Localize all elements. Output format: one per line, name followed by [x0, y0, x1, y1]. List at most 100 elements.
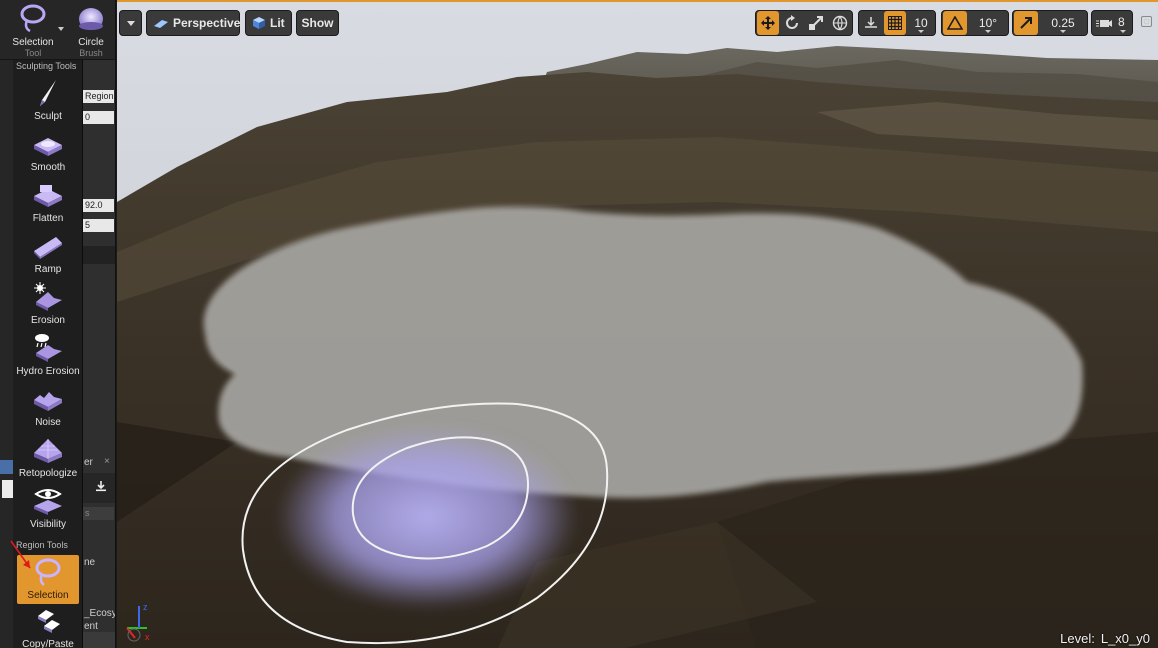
landscape-mode-panel: Selection Tool Circle Brush Region 0 92.…	[0, 0, 116, 648]
mode-sublabel: Tool	[24, 48, 42, 58]
tool-label: Sculpt	[34, 111, 62, 122]
value-field[interactable]: 5	[83, 219, 114, 232]
landscape-scene[interactable]: z x	[117, 2, 1158, 648]
world-local-toggle-button[interactable]	[829, 11, 851, 35]
perspective-label: Perspective	[173, 16, 241, 30]
tool-label: Selection	[27, 590, 69, 601]
tool-sculpt[interactable]: Sculpt	[13, 76, 83, 125]
tool-retopologize[interactable]: Retopologize	[13, 433, 83, 482]
translate-tool-button[interactable]	[757, 11, 779, 35]
sculpt-icon	[40, 80, 56, 106]
circle-brush-icon	[79, 8, 103, 30]
viewport-options-button[interactable]	[119, 10, 142, 36]
move-arrows-icon	[761, 16, 775, 30]
tool-label: Erosion	[31, 315, 65, 326]
grid-snap-label: 10	[914, 16, 928, 30]
tool-label: Noise	[35, 417, 61, 428]
value-field[interactable]: 0	[83, 111, 114, 124]
tool-copy-paste[interactable]: Copy/Paste	[13, 604, 83, 648]
transform-tools-group	[755, 10, 853, 36]
selection-tool-mode-button[interactable]: Selection Tool	[10, 2, 56, 58]
perspective-icon	[154, 19, 168, 28]
list-item[interactable]: _Ecosy	[84, 608, 115, 619]
tool-label: Retopologize	[18, 468, 78, 479]
list-item[interactable]: ent	[84, 621, 98, 632]
chevron-down-icon	[1120, 30, 1126, 33]
copy-paste-icon	[38, 610, 60, 633]
panel-tab-icon[interactable]	[0, 460, 13, 474]
sculpting-tools-header: Sculpting Tools	[16, 61, 77, 71]
svg-text:z: z	[143, 602, 148, 612]
rotate-tool-button[interactable]	[781, 11, 803, 35]
scale-snap-icon	[1020, 17, 1032, 29]
mode-label: Selection	[12, 37, 54, 48]
chevron-down-icon[interactable]	[58, 27, 64, 31]
rotation-snap-value[interactable]: 10°	[969, 11, 1007, 35]
surface-snap-button[interactable]	[860, 11, 882, 35]
tool-label: Visibility	[30, 519, 66, 530]
chevron-down-icon	[918, 30, 924, 33]
tool-label: Ramp	[34, 264, 62, 275]
list-item	[83, 632, 115, 648]
show-flags-button[interactable]: Show	[296, 10, 339, 36]
tool-label: Flatten	[32, 213, 64, 224]
divider	[83, 246, 115, 264]
tool-erosion[interactable]: Erosion	[13, 280, 83, 329]
tool-visibility[interactable]: Visibility	[13, 484, 83, 533]
show-label: Show	[301, 16, 334, 30]
grid-icon	[888, 16, 902, 30]
tool-label: Copy/Paste	[22, 639, 74, 648]
mode-sublabel: Brush	[79, 48, 103, 58]
noise-icon	[34, 392, 62, 411]
camera-speed-button[interactable]: 8	[1091, 10, 1133, 36]
smooth-icon	[34, 138, 62, 156]
scale-snap-value[interactable]: 0.25	[1040, 11, 1086, 35]
globe-icon	[832, 15, 848, 31]
svg-text:x: x	[145, 632, 150, 642]
scale-snap-group: 0.25	[1012, 10, 1088, 36]
tool-flatten[interactable]: Flatten	[13, 178, 83, 227]
panel-tab-icon[interactable]	[2, 480, 13, 498]
maximize-viewport-button[interactable]	[1141, 16, 1152, 27]
tab-label[interactable]: er	[84, 457, 93, 468]
list-item[interactable]: ne	[84, 557, 95, 568]
ramp-icon	[34, 237, 62, 259]
chevron-down-icon	[127, 21, 135, 26]
tool-smooth[interactable]: Smooth	[13, 127, 83, 176]
grid-snap-group: 10	[858, 10, 936, 36]
chevron-down-icon	[1060, 30, 1066, 33]
camera-icon	[1096, 20, 1112, 27]
rotation-snap-toggle[interactable]	[943, 11, 967, 35]
scale-tool-button[interactable]	[805, 11, 827, 35]
retopologize-icon	[34, 439, 62, 463]
erosion-icon	[34, 282, 62, 311]
current-level-label: Level: L_x0_y0	[1060, 631, 1150, 646]
mode-bar: Selection Tool Circle Brush	[0, 0, 115, 60]
region-field[interactable]: Region	[83, 90, 114, 103]
camera-speed-label: 8	[1118, 15, 1125, 29]
chevron-down-icon	[985, 30, 991, 33]
mode-label: Circle	[78, 37, 104, 48]
lit-label: Lit	[270, 16, 285, 30]
tool-ramp[interactable]: Ramp	[13, 229, 83, 278]
lasso-icon	[20, 4, 46, 33]
level-viewport[interactable]: z x Perspective Lit Show 10 10° 0.25 8 L…	[117, 0, 1158, 648]
rotation-snap-label: 10°	[978, 16, 998, 30]
import-icon[interactable]	[95, 480, 107, 492]
annotation-arrow-icon	[10, 540, 31, 569]
lit-view-mode-button[interactable]: Lit	[245, 10, 292, 36]
perspective-view-button[interactable]: Perspective	[146, 10, 240, 36]
grid-snap-toggle[interactable]	[884, 11, 906, 35]
tool-noise[interactable]: Noise	[13, 382, 83, 431]
circle-brush-mode-button[interactable]: Circle Brush	[68, 2, 114, 58]
scale-snap-toggle[interactable]	[1014, 11, 1038, 35]
angle-icon	[946, 15, 964, 30]
rotation-snap-group: 10°	[941, 10, 1009, 36]
tool-hydro-erosion[interactable]: Hydro Erosion	[13, 331, 83, 380]
search-input[interactable]: s	[83, 507, 114, 520]
value-field[interactable]: 92.0	[83, 199, 114, 212]
close-icon[interactable]: ×	[104, 456, 110, 467]
scale-icon	[809, 16, 823, 30]
level-prefix: Level:	[1060, 631, 1095, 646]
grid-snap-value[interactable]: 10	[907, 11, 935, 35]
